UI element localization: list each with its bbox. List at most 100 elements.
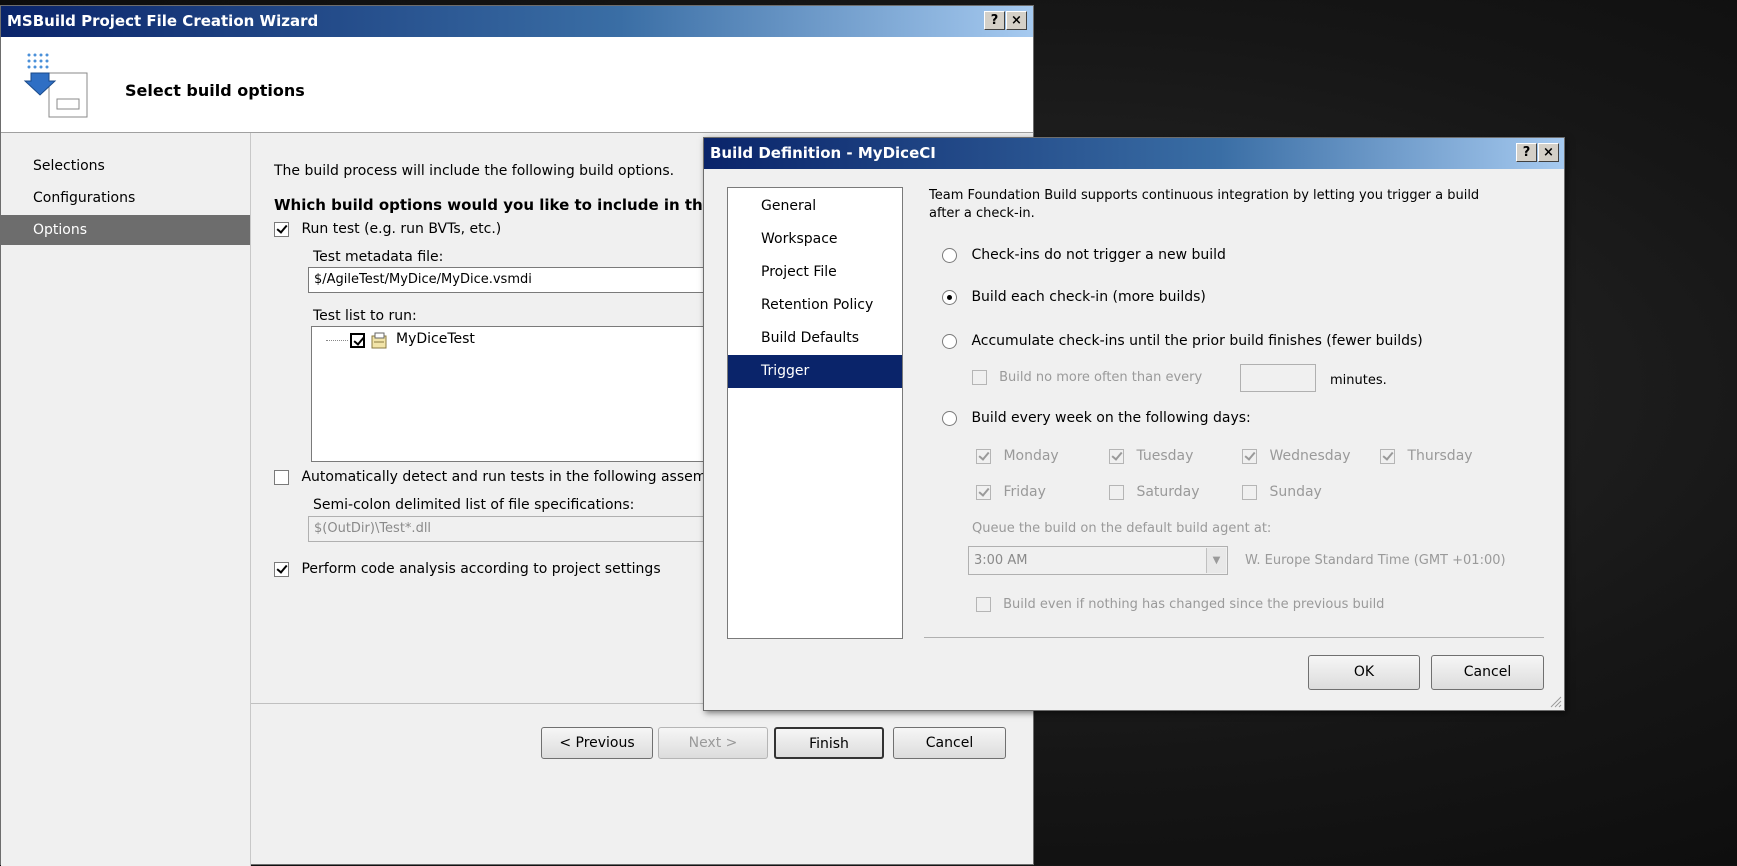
timezone-label: W. Europe Standard Time (GMT +01:00) <box>1245 553 1506 568</box>
day-tuesday[interactable]: Tuesday <box>1109 448 1193 464</box>
minutes-input[interactable] <box>1240 364 1316 392</box>
saturday-label: Saturday <box>1136 484 1200 500</box>
nav-item-retention-policy[interactable]: Retention Policy <box>728 289 902 322</box>
build-def-help-button[interactable]: ? <box>1516 143 1537 162</box>
nav-item-configurations[interactable]: Configurations <box>1 182 250 214</box>
saturday-checkbox[interactable] <box>1109 484 1124 500</box>
time-value: 3:00 AM <box>974 553 1028 568</box>
option-weekly[interactable]: Build every week on the following days: <box>942 410 1251 426</box>
tuesday-checkbox[interactable] <box>1109 448 1124 464</box>
minutes-label: minutes. <box>1330 373 1387 388</box>
option-accumulate[interactable]: Accumulate check-ins until the prior bui… <box>942 333 1423 349</box>
run-test-option[interactable]: Run test (e.g. run BVTs, etc.) <box>274 221 501 237</box>
run-test-checkbox[interactable] <box>274 221 289 237</box>
build-even-option[interactable]: Build even if nothing has changed since … <box>976 597 1384 612</box>
testlist-box[interactable]: MyDiceTest <box>311 326 706 462</box>
semicolon-input[interactable]: $(OutDir)\Test*.dll <box>308 516 704 542</box>
nav-item-project-file[interactable]: Project File <box>728 256 902 289</box>
thursday-checkbox[interactable] <box>1380 448 1395 464</box>
day-sunday[interactable]: Sunday <box>1242 484 1322 500</box>
no-more-often-option[interactable]: Build no more often than every <box>972 370 1202 385</box>
semicolon-label: Semi-colon delimited list of file specif… <box>313 497 635 513</box>
option-each-checkin[interactable]: Build each check-in (more builds) <box>942 289 1206 305</box>
trigger-description-1: Team Foundation Build supports continuou… <box>929 188 1480 203</box>
next-button[interactable]: Next > <box>658 727 768 759</box>
nav-item-options[interactable]: Options <box>1 215 250 245</box>
code-analysis-option[interactable]: Perform code analysis according to proje… <box>274 561 661 577</box>
auto-detect-option[interactable]: Automatically detect and run tests in th… <box>274 469 706 485</box>
wizard-title: MSBuild Project File Creation Wizard <box>7 12 319 30</box>
build-wizard-icon <box>23 53 88 118</box>
nav-item-trigger[interactable]: Trigger <box>728 355 902 388</box>
each-checkin-label: Build each check-in (more builds) <box>971 289 1206 305</box>
friday-checkbox[interactable] <box>976 484 991 500</box>
build-def-footer-divider <box>924 637 1544 638</box>
trigger-description-2: after a check-in. <box>929 206 1035 221</box>
test-list-icon <box>371 332 387 349</box>
each-checkin-radio[interactable] <box>942 289 957 305</box>
no-more-often-label: Build no more often than every <box>999 370 1203 385</box>
day-saturday[interactable]: Saturday <box>1109 484 1200 500</box>
day-thursday[interactable]: Thursday <box>1380 448 1473 464</box>
build-even-label: Build even if nothing has changed since … <box>1003 597 1385 612</box>
sunday-label: Sunday <box>1269 484 1322 500</box>
build-def-close-button[interactable]: × <box>1538 143 1559 162</box>
build-def-title: Build Definition - MyDiceCI <box>710 144 936 162</box>
resize-grip-icon[interactable] <box>1548 694 1562 708</box>
metadata-label: Test metadata file: <box>313 249 444 265</box>
no-trigger-label: Check-ins do not trigger a new build <box>971 247 1226 263</box>
cancel-button[interactable]: Cancel <box>893 727 1006 759</box>
auto-detect-checkbox[interactable] <box>274 469 289 485</box>
previous-button[interactable]: < Previous <box>541 727 653 759</box>
intro-text: The build process will include the follo… <box>274 163 675 179</box>
build-def-titlebar: Build Definition - MyDiceCI ? × <box>704 138 1564 169</box>
no-more-often-checkbox[interactable] <box>972 370 987 385</box>
code-analysis-checkbox[interactable] <box>274 561 289 577</box>
option-no-trigger[interactable]: Check-ins do not trigger a new build <box>942 247 1226 263</box>
build-definition-window: Build Definition - MyDiceCI ? × General … <box>703 137 1565 711</box>
friday-label: Friday <box>1003 484 1046 500</box>
time-select[interactable]: 3:00 AM ▼ <box>968 546 1228 575</box>
chevron-down-icon[interactable]: ▼ <box>1206 548 1226 573</box>
wizard-titlebar: MSBuild Project File Creation Wizard ? × <box>1 6 1033 37</box>
code-analysis-label: Perform code analysis according to proje… <box>301 561 661 577</box>
weekly-label: Build every week on the following days: <box>971 410 1251 426</box>
monday-checkbox[interactable] <box>976 448 991 464</box>
close-button[interactable]: × <box>1006 11 1027 30</box>
metadata-input[interactable]: $/AgileTest/MyDice/MyDice.vsmdi <box>308 267 704 293</box>
wednesday-checkbox[interactable] <box>1242 448 1257 464</box>
tree-connector <box>326 340 348 341</box>
wizard-header-title: Select build options <box>125 81 305 100</box>
accumulate-label: Accumulate check-ins until the prior bui… <box>971 333 1423 349</box>
nav-item-build-defaults[interactable]: Build Defaults <box>728 322 902 355</box>
testlist-label: Test list to run: <box>313 308 417 324</box>
help-button[interactable]: ? <box>984 11 1005 30</box>
build-def-nav: General Workspace Project File Retention… <box>727 187 903 639</box>
nav-item-general[interactable]: General <box>728 190 902 223</box>
testlist-item-label: MyDiceTest <box>396 331 475 347</box>
auto-detect-label: Automatically detect and run tests in th… <box>301 469 707 485</box>
nav-item-workspace[interactable]: Workspace <box>728 223 902 256</box>
thursday-label: Thursday <box>1407 448 1473 464</box>
wizard-header: Select build options <box>1 37 1033 133</box>
day-friday[interactable]: Friday <box>976 484 1046 500</box>
nav-item-selections[interactable]: Selections <box>1 150 250 182</box>
day-wednesday[interactable]: Wednesday <box>1242 448 1351 464</box>
day-monday[interactable]: Monday <box>976 448 1059 464</box>
build-even-checkbox[interactable] <box>976 597 991 612</box>
tuesday-label: Tuesday <box>1136 448 1194 464</box>
accumulate-radio[interactable] <box>942 333 957 349</box>
build-def-cancel-button[interactable]: Cancel <box>1431 655 1544 690</box>
no-trigger-radio[interactable] <box>942 247 957 263</box>
question-text: Which build options would you like to in… <box>274 196 713 214</box>
run-test-label: Run test (e.g. run BVTs, etc.) <box>301 221 502 237</box>
monday-label: Monday <box>1003 448 1059 464</box>
ok-button[interactable]: OK <box>1308 655 1420 690</box>
finish-button[interactable]: Finish <box>774 727 884 759</box>
wednesday-label: Wednesday <box>1269 448 1351 464</box>
queue-label: Queue the build on the default build age… <box>972 521 1272 536</box>
weekly-radio[interactable] <box>942 410 957 426</box>
testlist-item-checkbox[interactable] <box>350 333 365 348</box>
wizard-nav: Selections Configurations Options <box>1 133 251 866</box>
sunday-checkbox[interactable] <box>1242 484 1257 500</box>
